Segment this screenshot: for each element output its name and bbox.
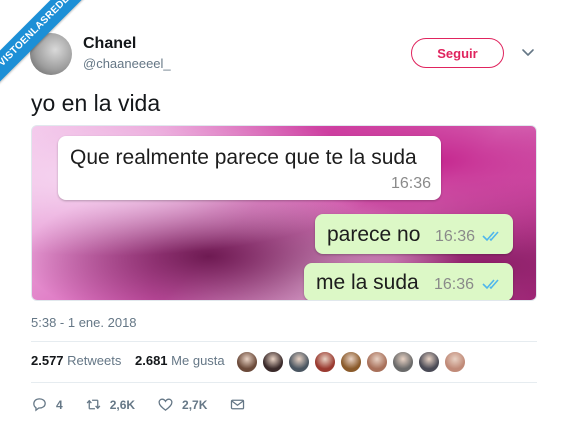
chat-time: 16:36 — [435, 228, 476, 245]
chat-message: me la suda — [316, 271, 419, 294]
chat-bubble-incoming: Que realmente parece que te la suda 16:3… — [58, 136, 441, 200]
retweet-icon — [86, 399, 101, 410]
chat-message: parece no — [327, 223, 421, 246]
user-name[interactable]: Chanel — [83, 35, 136, 53]
user-handle[interactable]: @chaaneeeel_ — [83, 56, 171, 71]
reply-icon — [33, 398, 46, 412]
liker-avatar[interactable] — [314, 351, 336, 373]
double-check-icon — [482, 279, 499, 290]
heart-icon — [158, 398, 173, 411]
tweet-actions: 4 2,6K 2,7K — [31, 396, 276, 413]
reply-button[interactable]: 4 — [31, 396, 63, 413]
liker-avatar[interactable] — [392, 351, 414, 373]
likes-stat[interactable]: 2.681 Me gusta — [135, 353, 225, 368]
tweet-stats: 2.577 Retweets 2.681 Me gusta — [31, 353, 235, 368]
tweet-text: yo en la vida — [31, 90, 161, 116]
chat-bubble-outgoing: parece no 16:36 — [315, 214, 513, 254]
divider — [31, 341, 537, 342]
tweet-media[interactable]: Que realmente parece que te la suda 16:3… — [31, 125, 537, 301]
divider — [31, 382, 537, 383]
liker-avatar[interactable] — [262, 351, 284, 373]
retweets-stat[interactable]: 2.577 Retweets — [31, 353, 121, 368]
chat-message: Que realmente parece que te la suda — [70, 146, 417, 169]
retweet-button[interactable]: 2,6K — [85, 396, 135, 413]
like-button[interactable]: 2,7K — [157, 396, 207, 413]
chat-time: 16:36 — [390, 175, 431, 192]
liker-avatar[interactable] — [444, 351, 466, 373]
liker-avatar[interactable] — [418, 351, 440, 373]
liker-avatar[interactable] — [366, 351, 388, 373]
liker-avatar[interactable] — [340, 351, 362, 373]
likers-avatars[interactable] — [236, 351, 470, 373]
liker-avatar[interactable] — [236, 351, 258, 373]
chevron-down-icon[interactable] — [520, 44, 536, 60]
tweet-timestamp[interactable]: 5:38 - 1 ene. 2018 — [31, 315, 137, 330]
retweet-count: 2,6K — [109, 397, 136, 412]
double-check-icon — [482, 231, 499, 242]
like-count: 2,7K — [182, 397, 208, 412]
message-button[interactable] — [229, 396, 254, 413]
liker-avatar[interactable] — [288, 351, 310, 373]
follow-button[interactable]: Seguir — [411, 38, 504, 68]
chat-time: 16:36 — [434, 276, 475, 293]
envelope-icon — [231, 399, 245, 410]
reply-count: 4 — [56, 397, 63, 412]
chat-bubble-outgoing: me la suda 16:36 — [304, 263, 513, 300]
